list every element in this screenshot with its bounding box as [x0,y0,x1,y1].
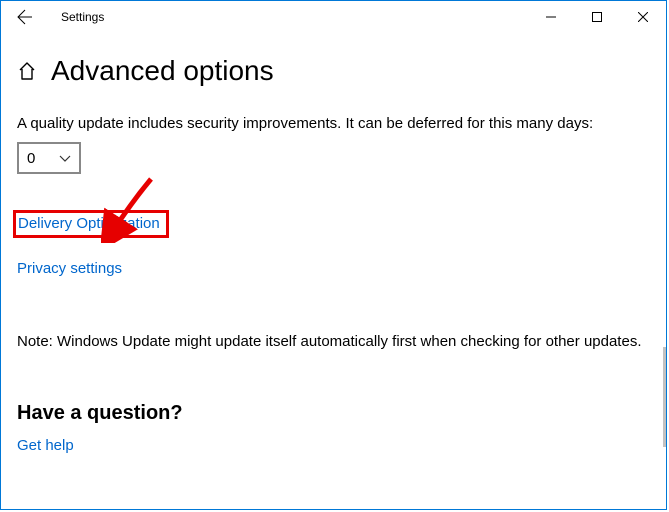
titlebar: Settings [1,1,666,33]
page-title: Advanced options [51,55,274,87]
window-controls [528,1,666,33]
close-button[interactable] [620,1,666,33]
scrollbar-thumb[interactable] [663,347,666,447]
home-icon[interactable] [17,61,37,81]
privacy-settings-link[interactable]: Privacy settings [17,260,650,277]
update-note-text: Note: Windows Update might update itself… [17,333,650,350]
back-button[interactable] [1,1,49,33]
close-icon [638,12,648,22]
defer-days-select[interactable]: 0 [17,142,81,174]
chevron-down-icon [59,152,71,164]
maximize-button[interactable] [574,1,620,33]
maximize-icon [592,12,602,22]
settings-window: Settings Advanced options A quality upda… [0,0,667,510]
back-arrow-icon [17,9,33,25]
minimize-icon [546,12,556,22]
quality-update-description: A quality update includes security impro… [17,115,650,132]
minimize-button[interactable] [528,1,574,33]
window-title: Settings [61,10,104,24]
delivery-optimization-link[interactable]: Delivery Optimization [18,215,160,232]
defer-days-value: 0 [27,150,35,167]
annotation-highlight-box: Delivery Optimization [13,210,169,238]
heading-row: Advanced options [17,55,650,87]
titlebar-left: Settings [1,1,104,33]
get-help-link[interactable]: Get help [17,437,74,454]
content-area: Advanced options A quality update includ… [1,33,666,509]
have-a-question-heading: Have a question? [17,402,650,425]
